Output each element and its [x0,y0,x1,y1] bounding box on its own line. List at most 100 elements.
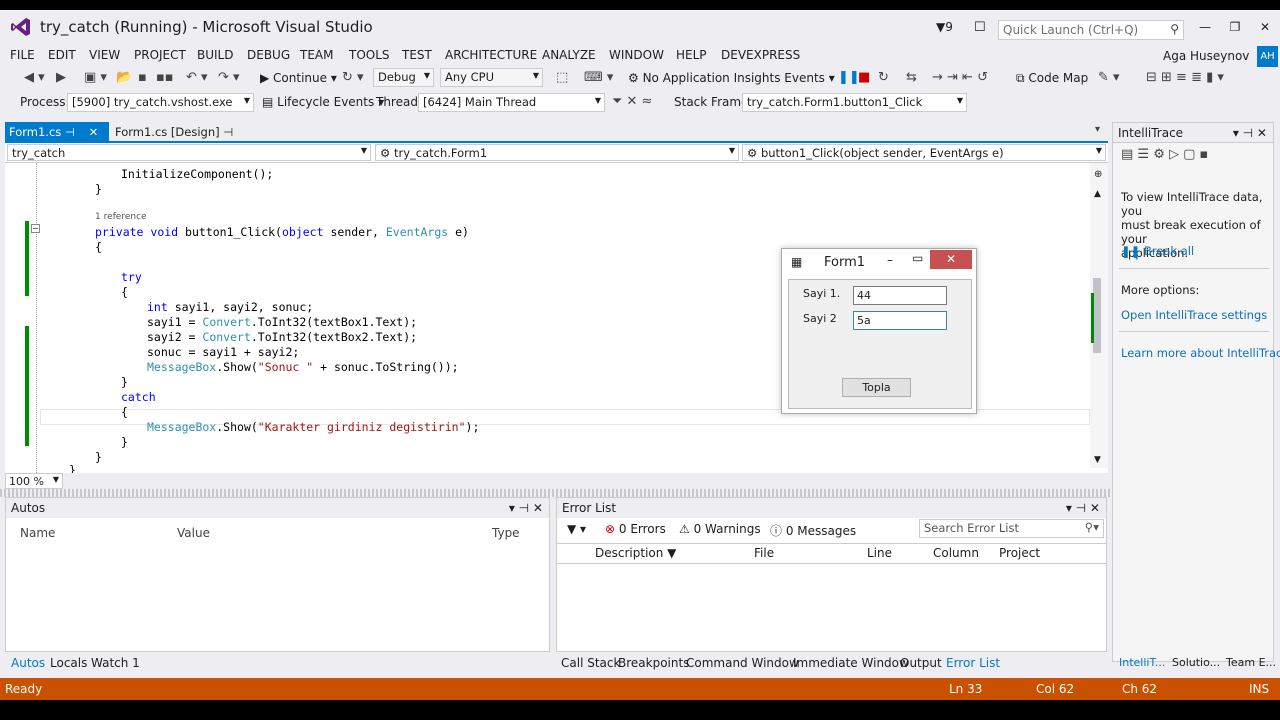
step-into-icon[interactable]: → ⇥ ⇤ ↺ [932,70,988,85]
new-project-icon[interactable]: ▣ ▾ [84,70,107,85]
menu-edit[interactable]: EDIT [48,48,76,62]
tab-autos[interactable]: Autos [11,656,45,670]
zoom-select[interactable]: 100 % ▼ [5,473,63,489]
configuration-select[interactable]: Debug ▼ [373,68,434,87]
form-minimize-button[interactable]: – [887,253,893,267]
user-name[interactable]: Aga Huseynov [1163,49,1249,63]
stop-icon[interactable]: ■ [858,70,870,85]
stack-frame-select[interactable]: try_catch.Form1.button1_Click ▼ [742,93,967,112]
intellitrace-toolbar-icons[interactable]: ▤ ☰ ⚙ ▷ ▢ ▪ [1121,147,1208,162]
tab-output[interactable]: Output [900,656,942,670]
project-dropdown[interactable]: try_catch ▼ [7,144,371,161]
menu-help[interactable]: HELP [676,48,707,62]
tab-intellitrace[interactable]: IntelliT... [1119,656,1165,669]
warnings-toggle[interactable]: ⚠ 0 Warnings [679,522,761,536]
tab-form1-design[interactable]: Form1.cs [Design] ⊣ [111,122,237,142]
textbox1[interactable]: 44 [853,286,947,305]
thread-select[interactable]: [6424] Main Thread ▼ [418,93,605,112]
tab-error-list[interactable]: Error List [946,656,1000,670]
open-file-icon[interactable]: 📂 [116,70,132,85]
scroll-up-icon[interactable]: ▲ [1094,189,1101,199]
code-map-button[interactable]: ⧉ Code Map [1016,71,1088,86]
tools-icon[interactable]: ✎ ▾ [1098,70,1120,85]
find-icon[interactable]: ⬚ [556,70,568,85]
learn-more-link[interactable]: Learn more about IntelliTrace [1121,346,1280,360]
column-project[interactable]: Project [999,546,1040,560]
column-column[interactable]: Column [933,546,979,560]
process-select[interactable]: [5900] try_catch.vshost.exe ▼ [67,93,254,112]
lifecycle-events-button[interactable]: ▤ Lifecycle Events ▾ [262,95,384,109]
filter-icon[interactable]: ▼ ▾ [567,522,586,536]
messages-toggle[interactable]: ⓘ 0 Messages [770,522,856,539]
tab-command-window[interactable]: Command Window [686,656,799,670]
menu-analyze[interactable]: ANALYZE [542,48,596,62]
column-description[interactable]: Description ▼ [595,546,676,560]
open-settings-link[interactable]: Open IntelliTrace settings [1121,308,1267,322]
continue-button[interactable]: ▶ Continue ▾ [260,71,337,85]
tab-watch1[interactable]: Watch 1 [91,656,140,670]
column-file[interactable]: File [754,546,774,560]
member-dropdown[interactable]: ⚙ button1_Click(object sender, EventArgs… [742,144,1106,161]
minimize-button[interactable]: — [1190,20,1220,38]
menu-devexpress[interactable]: DEVEXPRESS [721,48,800,62]
search-error-list-input[interactable]: Search Error List ⚲▾ [919,519,1104,538]
column-line[interactable]: Line [867,546,892,560]
menu-window[interactable]: WINDOW [609,48,664,62]
save-icon[interactable]: ▪ [138,70,147,85]
errors-toggle[interactable]: ⊗ 0 Errors [605,522,666,536]
form-close-button[interactable]: ✕ [930,250,972,269]
notifications-button[interactable]: ▼9 [936,20,953,34]
browse-icon[interactable]: ⌨ ▾ [584,70,613,85]
panel-controls-icon[interactable]: ▾ ⊣ ✕ [1233,126,1267,140]
close-button[interactable]: ✕ [1250,20,1280,38]
back-icon[interactable]: ◀ ▾ [24,70,45,85]
tab-solution-explorer[interactable]: Solutio... [1172,656,1220,669]
menu-file[interactable]: FILE [10,48,35,62]
avatar[interactable]: AH [1257,46,1278,67]
scroll-thumb[interactable] [1093,278,1101,353]
panel-splitter[interactable] [0,489,1110,497]
column-name[interactable]: Name [20,526,55,540]
feedback-icon[interactable]: ☐ [974,20,986,35]
tab-call-stack[interactable]: Call Stack [561,656,620,670]
panel-controls-icon[interactable]: ▾ ⊣ ✕ [1066,501,1100,515]
filter-threads-icon[interactable]: ⏷ ✕ ≈ [612,94,652,109]
class-dropdown[interactable]: ⚙ try_catch.Form1 ▼ [375,144,739,161]
refresh-icon[interactable]: ↻ ▾ [342,70,364,85]
reference-count[interactable]: 1 reference [95,212,147,222]
menu-team[interactable]: TEAM [300,48,333,62]
menu-project[interactable]: PROJECT [134,48,186,62]
form1-window[interactable]: ▦ Form1 – ▭ ✕ Sayi 1. 44 Sayi 2 5a Topla [781,248,977,414]
tab-locals[interactable]: Locals [50,656,87,670]
tab-breakpoints[interactable]: Breakpoints [618,656,689,670]
menu-architecture[interactable]: ARCHITECTURE [445,48,537,62]
menu-tools[interactable]: TOOLS [349,48,390,62]
restart-icon[interactable]: ↻ [878,70,889,85]
menu-debug[interactable]: DEBUG [247,48,290,62]
pause-icon[interactable]: ❚❚ [838,70,860,85]
form-maximize-button[interactable]: ▭ [912,251,923,265]
tab-team-explorer[interactable]: Team E... [1226,656,1276,669]
show-next-statement-icon[interactable]: ⇆ [906,70,917,85]
pin-icon[interactable]: ⊣ [220,125,233,139]
menu-build[interactable]: BUILD [197,48,233,62]
tab-form1-cs[interactable]: Form1.cs ⊣ ✕ [5,122,109,142]
panel-controls-icon[interactable]: ▾ ⊣ ✕ [509,501,543,515]
column-type[interactable]: Type [492,526,520,540]
editor-horizontal-scrollbar[interactable] [63,473,1108,489]
close-icon[interactable]: ✕ [89,125,99,139]
undo-icon[interactable]: ↶ ▾ [186,70,208,85]
application-insights-button[interactable]: ⚙ No Application Insights Events ▾ [628,71,835,85]
scroll-down-icon[interactable]: ▼ [1094,455,1101,465]
column-value[interactable]: Value [177,526,210,540]
split-icon[interactable]: ⊕ [1094,169,1102,180]
format-icons[interactable]: ⊟ ⊞ ≡ ≣ ▮ ▾ [1146,70,1224,85]
tab-overflow-icon[interactable]: ▾ [1095,124,1100,135]
save-all-icon[interactable]: ▪▪ [156,70,174,85]
menu-test[interactable]: TEST [402,48,432,62]
tab-immediate-window[interactable]: Immediate Window [793,656,909,670]
break-all-link[interactable]: ❚❚ Break all [1121,244,1194,258]
maximize-button[interactable]: ❐ [1220,20,1250,38]
platform-select[interactable]: Any CPU ▼ [440,68,543,87]
topla-button[interactable]: Topla [842,378,911,397]
